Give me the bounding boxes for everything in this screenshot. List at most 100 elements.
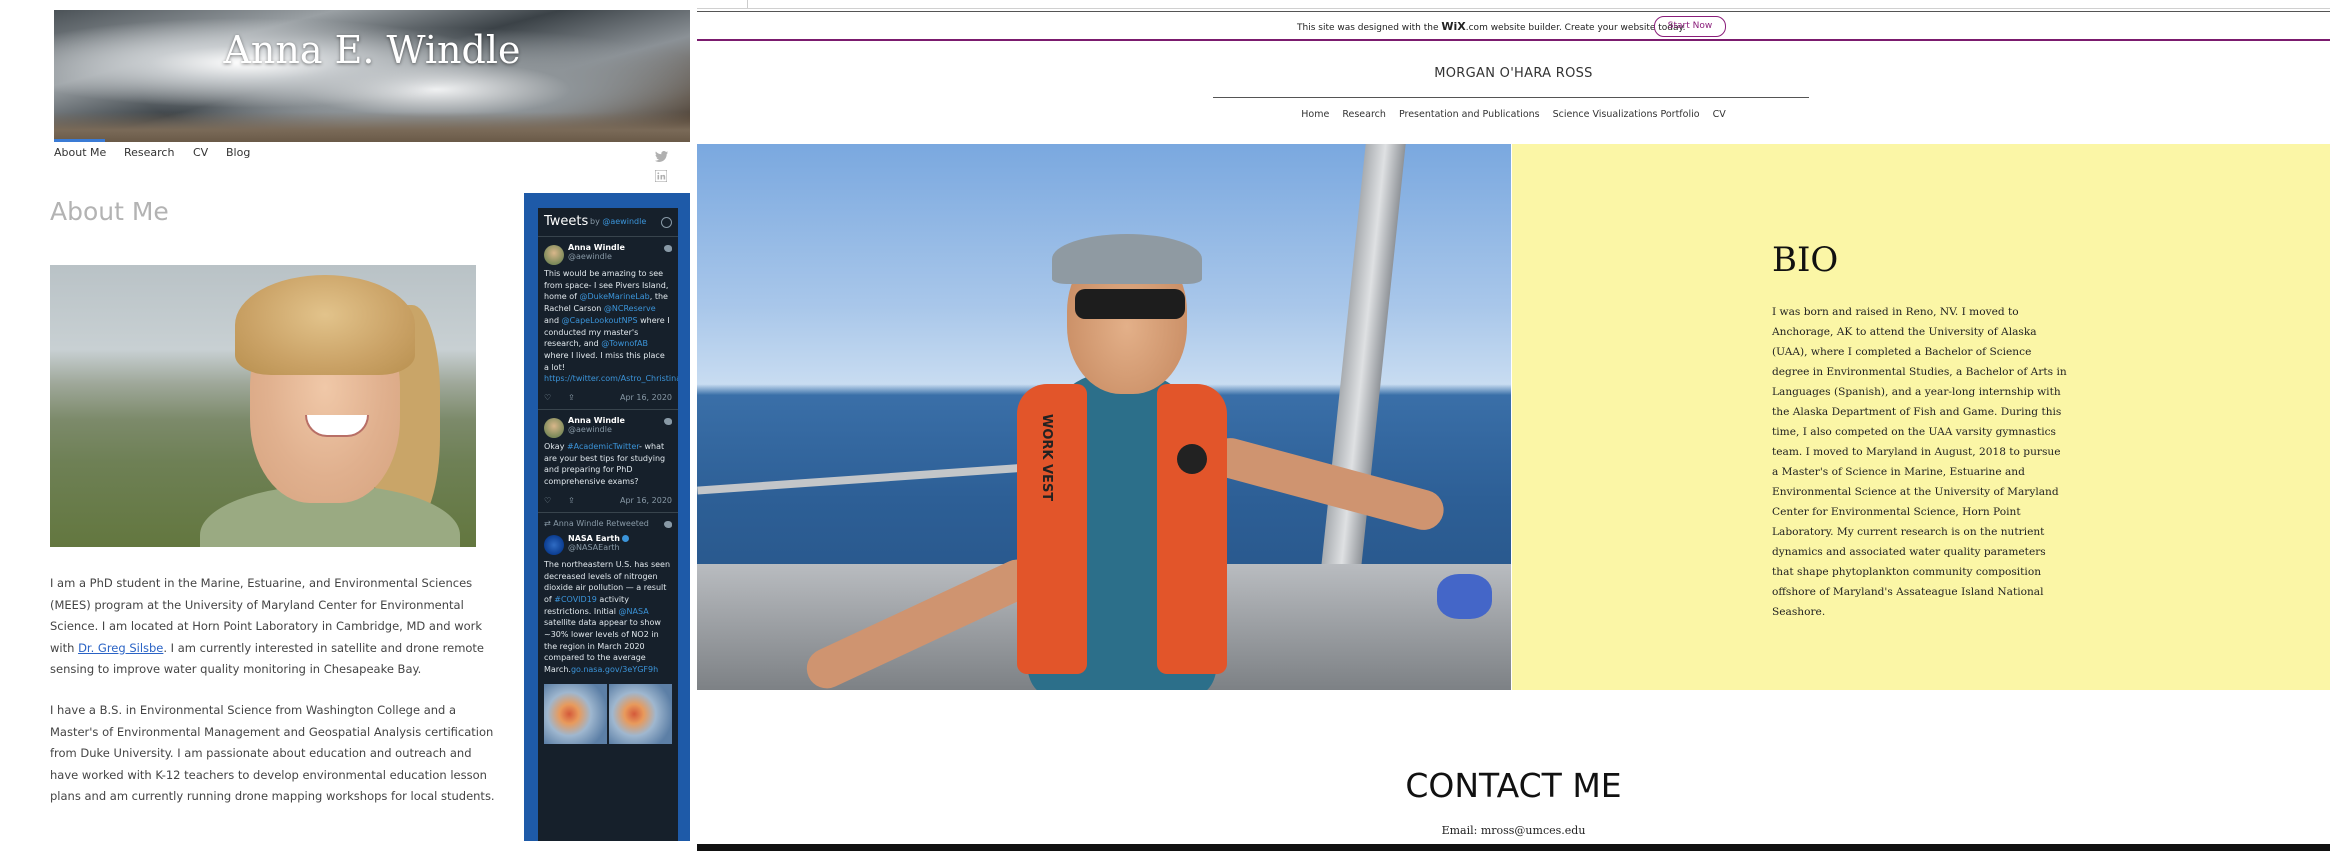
wix-ad-text: This site was designed with the WiX.com … bbox=[1297, 20, 1685, 33]
nav-item-about-me[interactable]: About Me bbox=[54, 146, 106, 159]
tweet-link[interactable]: #COVID19 bbox=[554, 595, 597, 604]
share-icon[interactable]: ⇪ bbox=[568, 496, 575, 505]
photo-hair bbox=[235, 275, 415, 375]
tweet-link[interactable]: @NCReserve bbox=[604, 304, 656, 313]
photo-rail bbox=[697, 461, 1057, 495]
tweet-link[interactable]: @NASA bbox=[619, 607, 649, 616]
tweet-link[interactable]: @DukeMarineLab bbox=[579, 292, 649, 301]
tweet-text-segment: and bbox=[544, 315, 562, 325]
tweet-author-name[interactable]: Anna Windle bbox=[568, 416, 672, 425]
linkedin-icon[interactable] bbox=[654, 167, 668, 183]
tweet-link[interactable]: @TownofAB bbox=[601, 339, 648, 348]
window-tab-stub bbox=[697, 0, 748, 8]
tweet-author-name[interactable]: Anna Windle bbox=[568, 243, 672, 252]
bio-text: I was born and raised in Reno, NV. I mov… bbox=[1772, 306, 2067, 618]
wix-logo: WiX bbox=[1441, 20, 1466, 33]
twitter-timeline[interactable]: Tweets by @aewindle Anna Windle @aewindl… bbox=[538, 208, 678, 841]
window-top-border bbox=[697, 8, 2330, 9]
twitter-header: Tweets by @aewindle bbox=[538, 208, 678, 237]
verified-icon bbox=[621, 534, 629, 542]
tweet-date[interactable]: Apr 16, 2020 bbox=[620, 393, 672, 402]
wix-banner-divider bbox=[697, 39, 2330, 41]
nav-item-research[interactable]: Research bbox=[1342, 109, 1386, 120]
tweet-link[interactable]: https://twitter.com/Astro_Christina/stat… bbox=[544, 374, 678, 383]
tweet-author-name[interactable]: NASA Earth bbox=[568, 534, 672, 543]
tweet-link[interactable]: #AcademicTwitter bbox=[567, 442, 639, 451]
banner-shore bbox=[54, 112, 690, 142]
tweet-author-handle[interactable]: @NASAEarth bbox=[568, 543, 672, 552]
retweet-label: ⇄ Anna Windle Retweeted bbox=[544, 519, 672, 528]
tweet-author-handle[interactable]: @aewindle bbox=[568, 252, 672, 261]
retweet-icon: ⇄ bbox=[544, 518, 551, 528]
tweet-text: Okay #AcademicTwitter- what are your bes… bbox=[544, 441, 672, 488]
share-icon[interactable]: ⇪ bbox=[568, 393, 575, 402]
nav-item-blog[interactable]: Blog bbox=[226, 146, 250, 159]
info-icon[interactable] bbox=[661, 217, 672, 228]
twitter-handle-link[interactable]: @aewindle bbox=[602, 217, 646, 226]
nav-item-presentations[interactable]: Presentation and Publications bbox=[1399, 109, 1540, 120]
nav-item-portfolio[interactable]: Science Visualizations Portfolio bbox=[1553, 109, 1700, 120]
tweet-link[interactable]: @CapeLookoutNPS bbox=[562, 316, 638, 325]
photo-glove bbox=[1437, 574, 1492, 619]
tweet-date[interactable]: Apr 16, 2020 bbox=[620, 496, 672, 505]
avatar[interactable] bbox=[544, 534, 564, 555]
social-links bbox=[654, 148, 697, 186]
header-divider bbox=[1213, 97, 1809, 98]
avatar[interactable] bbox=[544, 245, 564, 265]
tweet-text: This would be amazing to see from space-… bbox=[544, 268, 678, 385]
page-heading: About Me bbox=[50, 197, 169, 226]
map-image[interactable] bbox=[544, 683, 607, 744]
twitter-icon[interactable] bbox=[655, 148, 668, 162]
tweet[interactable]: Anna Windle @aewindle Okay #AcademicTwit… bbox=[538, 410, 678, 513]
nav-item-research[interactable]: Research bbox=[124, 146, 174, 159]
right-browser-window: This site was designed with the WiX.com … bbox=[697, 0, 2330, 851]
left-browser-window: Anna E. Windle About Me Research CV Blog… bbox=[0, 0, 697, 851]
tweet-text-segment: Okay bbox=[544, 442, 567, 452]
twitter-widget: Tweets by @aewindle Anna Windle @aewindl… bbox=[524, 193, 690, 841]
wix-ad-text-b: .com website builder. Create your websit… bbox=[1465, 23, 1686, 33]
twitter-bird-icon[interactable] bbox=[664, 418, 672, 426]
tweet-text-segment: where I lived. I miss this place a lot! bbox=[544, 350, 665, 372]
contact-heading: CONTACT ME bbox=[1405, 766, 1622, 805]
heart-icon[interactable]: ♡ bbox=[544, 393, 551, 402]
tweet[interactable]: ⇄ Anna Windle Retweeted NASA Earth @NASA… bbox=[538, 513, 678, 750]
hero-photo: WORK VEST bbox=[697, 144, 1511, 690]
wix-ad-text-a: This site was designed with the bbox=[1297, 23, 1442, 33]
avatar[interactable] bbox=[544, 418, 564, 439]
nav-item-cv[interactable]: CV bbox=[1713, 109, 1726, 120]
tweet-footer: ♡ ⇪ Apr 16, 2020 bbox=[544, 393, 672, 403]
twitter-title: Tweets bbox=[544, 214, 589, 229]
main-nav: Home Research Presentation and Publicati… bbox=[697, 109, 2330, 120]
nav-active-indicator bbox=[54, 139, 105, 142]
tweet-link[interactable]: go.nasa.gov/3eYGF9h bbox=[571, 665, 658, 674]
heart-icon[interactable]: ♡ bbox=[544, 496, 551, 505]
twitter-bird-icon[interactable] bbox=[664, 245, 672, 252]
twitter-by: by @aewindle bbox=[590, 217, 646, 226]
start-now-button[interactable]: Start Now bbox=[1654, 16, 1726, 37]
site-banner: Anna E. Windle bbox=[54, 10, 690, 142]
about-paragraph-1: I am a PhD student in the Marine, Estuar… bbox=[50, 573, 500, 681]
contact-email[interactable]: Email: mross@umces.edu bbox=[697, 824, 2330, 837]
nav-item-cv[interactable]: CV bbox=[193, 146, 208, 159]
tweet[interactable]: Anna Windle @aewindle This would be amaz… bbox=[538, 237, 678, 411]
tweet-author-handle[interactable]: @aewindle bbox=[568, 425, 672, 434]
nav-item-home[interactable]: Home bbox=[1301, 109, 1329, 120]
site-name[interactable]: MORGAN O'HARA ROSS bbox=[697, 66, 2330, 81]
twitter-bird-icon[interactable] bbox=[664, 520, 672, 528]
site-title[interactable]: Anna E. Windle bbox=[54, 28, 690, 72]
bio-section: BIO I was born and raised in Reno, NV. I… bbox=[1512, 144, 2330, 690]
profile-photo bbox=[50, 265, 476, 547]
advisor-link[interactable]: Dr. Greg Silsbe bbox=[78, 641, 163, 655]
bio-heading: BIO bbox=[1772, 240, 1839, 280]
wix-ad-banner: This site was designed with the WiX.com … bbox=[697, 11, 2330, 40]
map-image[interactable] bbox=[609, 683, 672, 744]
tweet-author-name-text[interactable]: NASA Earth bbox=[568, 534, 620, 543]
photo-sunglasses bbox=[1075, 289, 1185, 319]
about-paragraph-2: I have a B.S. in Environmental Science f… bbox=[50, 703, 495, 803]
photo-vest-left: WORK VEST bbox=[1017, 384, 1087, 674]
window-bottom-bar bbox=[697, 844, 2330, 851]
tweet-media[interactable] bbox=[544, 683, 672, 744]
photo-vest-right bbox=[1157, 384, 1227, 674]
photo-visor bbox=[1052, 234, 1202, 284]
tweet-footer: ♡ ⇪ Apr 16, 2020 bbox=[544, 496, 672, 506]
